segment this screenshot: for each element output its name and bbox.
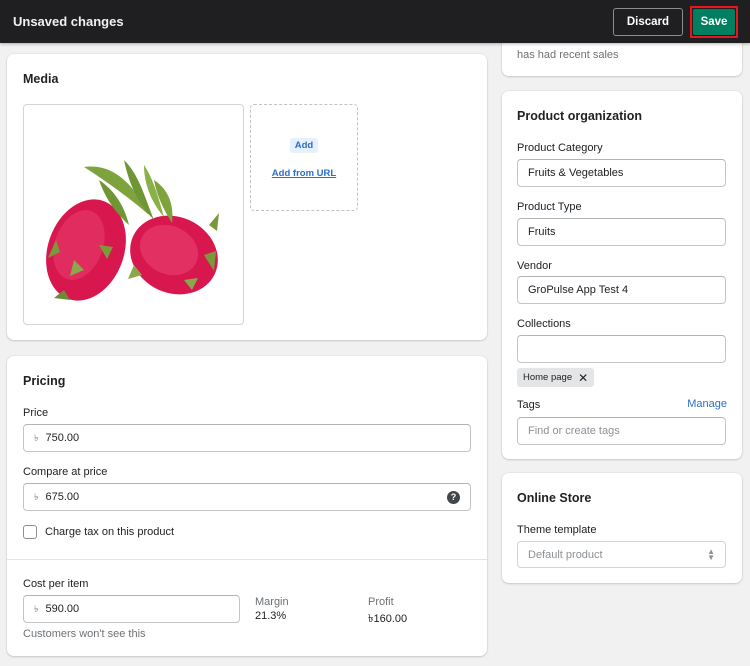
product-category-input[interactable]: Fruits & Vegetables xyxy=(517,159,726,187)
compare-at-price-input[interactable]: ৳ 675.00 ? xyxy=(23,483,471,511)
manage-tags-link[interactable]: Manage xyxy=(687,398,727,410)
price-value: 750.00 xyxy=(45,432,80,444)
margin-stat: Margin 21.3% xyxy=(255,596,289,622)
theme-template-value: Default product xyxy=(528,548,603,561)
margin-label: Margin xyxy=(255,596,289,608)
media-card: Media Add Add from URL xyxy=(7,54,487,340)
cost-per-item-label: Cost per item xyxy=(23,578,89,590)
price-input[interactable]: ৳ 750.00 xyxy=(23,424,471,452)
currency-symbol: ৳ xyxy=(34,603,39,614)
media-title: Media xyxy=(23,72,59,86)
price-label: Price xyxy=(23,407,49,419)
tags-label: Tags xyxy=(517,399,541,411)
remove-chip-icon[interactable]: ✕ xyxy=(578,372,588,384)
save-button[interactable]: Save xyxy=(693,8,735,35)
currency-symbol: ৳ xyxy=(34,491,39,502)
fruit-scale xyxy=(209,213,219,231)
tags-placeholder: Find or create tags xyxy=(528,425,620,437)
save-button-highlight: Save xyxy=(690,5,738,38)
contextual-save-bar: Unsaved changes Discard Save xyxy=(0,0,750,43)
online-store-title: Online Store xyxy=(517,491,592,505)
product-category-value: Fruits & Vegetables xyxy=(528,167,624,179)
vendor-label: Vendor xyxy=(517,260,552,272)
question-circle-icon[interactable]: ? xyxy=(447,490,460,504)
pricing-title: Pricing xyxy=(23,374,66,388)
vendor-value: GroPulse App Test 4 xyxy=(528,284,629,296)
product-image[interactable] xyxy=(23,104,244,325)
product-type-input[interactable]: Fruits xyxy=(517,218,726,246)
product-category-label: Product Category xyxy=(517,142,603,154)
media-dropzone[interactable]: Add Add from URL xyxy=(250,104,358,211)
chip-label: Home page xyxy=(523,372,573,383)
profit-value: ৳160.00 xyxy=(368,613,408,625)
profit-label: Profit xyxy=(368,596,394,608)
product-organization-title: Product organization xyxy=(517,109,642,123)
theme-template-select[interactable]: Default product ▲ ▼ xyxy=(517,541,726,568)
charge-tax-label[interactable]: Charge tax on this product xyxy=(45,526,174,538)
discard-button[interactable]: Discard xyxy=(612,7,683,36)
theme-template-label: Theme template xyxy=(517,524,597,536)
add-from-url-link[interactable]: Add from URL xyxy=(272,168,336,179)
save-bar-actions: Discard Save xyxy=(612,5,738,38)
cost-per-item-input[interactable]: ৳ 590.00 xyxy=(23,595,240,623)
charge-tax-checkbox[interactable] xyxy=(23,525,37,539)
collections-input[interactable] xyxy=(517,335,726,363)
margin-value: 21.3% xyxy=(255,610,287,622)
product-organization-card: Product organization Product Category Fr… xyxy=(502,91,742,459)
product-type-value: Fruits xyxy=(528,226,556,238)
charge-tax-row[interactable]: Charge tax on this product xyxy=(23,525,174,539)
collections-label: Collections xyxy=(517,318,571,330)
vendor-input[interactable]: GroPulse App Test 4 xyxy=(517,276,726,304)
dragon-fruit-image xyxy=(46,160,219,301)
collection-chip-home-page: Home page ✕ xyxy=(517,368,595,387)
online-store-card: Online Store Theme template Default prod… xyxy=(502,473,742,583)
profit-stat: Profit ৳160.00 xyxy=(368,596,407,629)
recent-sales-note: has had recent sales xyxy=(517,49,619,61)
section-divider xyxy=(7,559,487,560)
add-media-button[interactable]: Add xyxy=(289,138,319,153)
currency-symbol: ৳ xyxy=(34,432,39,443)
compare-at-price-label: Compare at price xyxy=(23,466,108,478)
unsaved-changes-title: Unsaved changes xyxy=(13,14,124,29)
cost-note: Customers won't see this xyxy=(23,628,146,640)
product-type-label: Product Type xyxy=(517,201,582,213)
compare-at-price-value: 675.00 xyxy=(45,491,80,503)
cost-per-item-value: 590.00 xyxy=(45,603,80,615)
tags-input[interactable]: Find or create tags xyxy=(517,417,726,445)
select-arrows-icon: ▲ ▼ xyxy=(707,546,715,562)
pricing-card: Pricing Price ৳ 750.00 Compare at price … xyxy=(7,356,487,656)
